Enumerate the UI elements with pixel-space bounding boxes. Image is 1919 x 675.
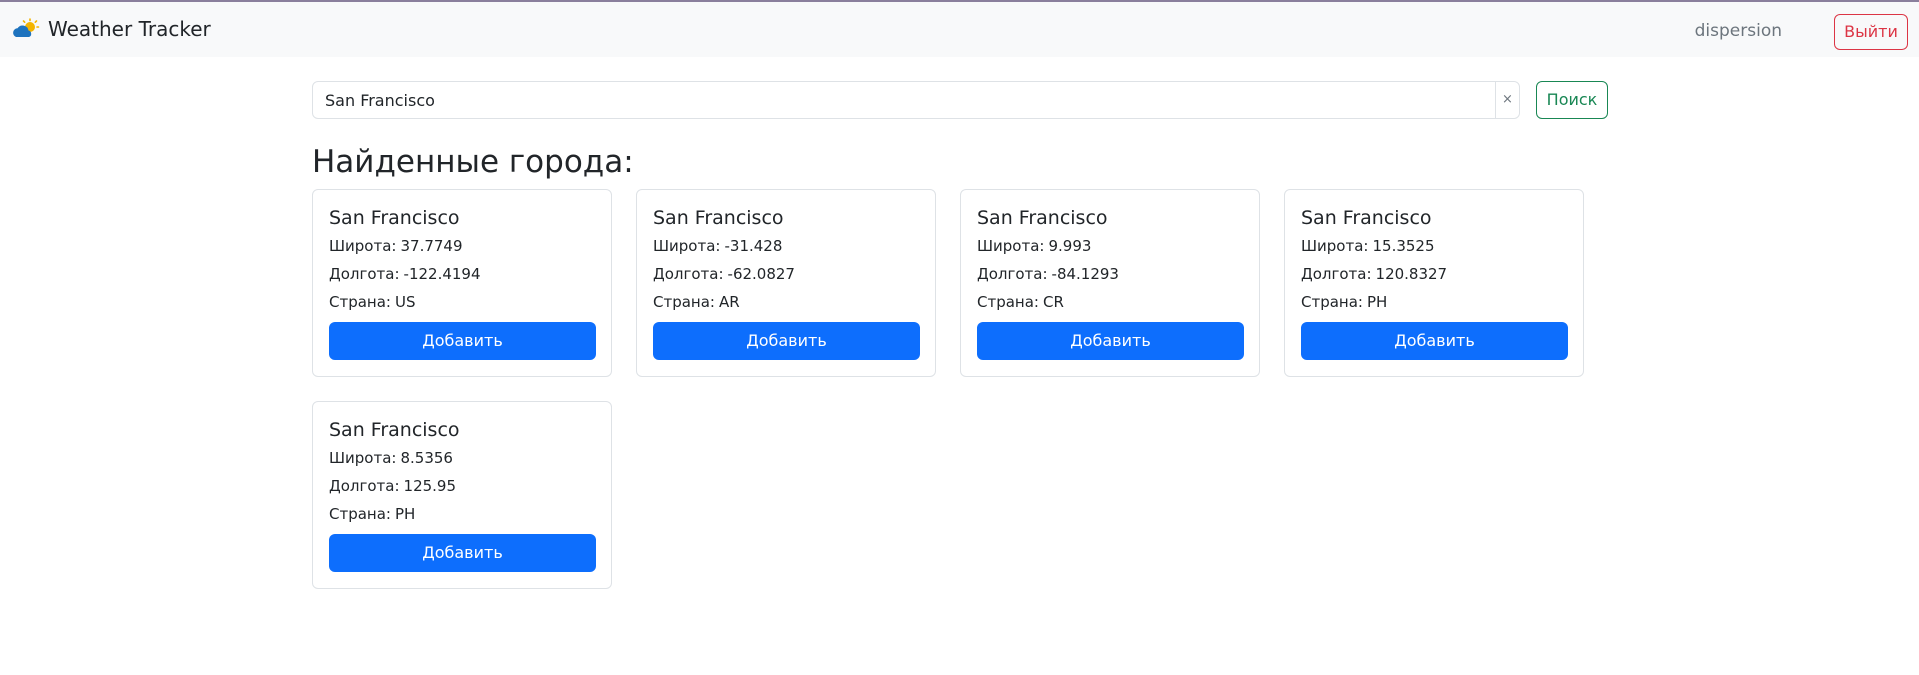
longitude-value: -122.4194 [403,265,481,283]
city-card: San Francisco Широта: 37.7749 Долгота: -12… [312,189,612,377]
country-label: Страна: [653,293,715,311]
latitude-line: Широта: -31.428 [653,236,919,256]
latitude-value: 9.993 [1048,237,1092,255]
longitude-line: Долгота: -62.0827 [653,264,919,284]
sun-behind-cloud-icon [13,18,40,37]
country-line: Страна: PH [329,504,595,524]
brand-title: Weather Tracker [48,17,211,41]
country-label: Страна: [329,293,391,311]
username-label: dispersion [1694,21,1782,41]
add-city-button[interactable]: Добавить [329,534,596,572]
add-city-button[interactable]: Добавить [329,322,596,360]
city-results: San Francisco Широта: 37.7749 Долгота: -12… [312,189,1612,589]
add-city-button[interactable]: Добавить [977,322,1244,360]
navbar: Weather Tracker dispersion Выйти [0,0,1919,57]
city-card: San Francisco Широта: 8.5356 Долгота: 125.… [312,401,612,589]
city-card: San Francisco Широта: -31.428 Долгота: -62… [636,189,936,377]
latitude-value: 8.5356 [400,449,453,467]
city-card: San Francisco Широта: 9.993 Долгота: -84.1… [960,189,1260,377]
country-value: AR [718,293,740,311]
brand-link[interactable]: Weather Tracker [12,16,211,42]
longitude-line: Долгота: -122.4194 [329,264,595,284]
search-field: × [312,81,1520,119]
latitude-line: Широта: 37.7749 [329,236,595,256]
latitude-line: Широта: 8.5356 [329,448,595,468]
country-line: Страна: PH [1301,292,1567,312]
city-name: San Francisco [329,207,460,229]
longitude-label: Долгота: [977,265,1048,283]
longitude-label: Долгота: [653,265,724,283]
longitude-value: -84.1293 [1051,265,1119,283]
city-card: San Francisco Широта: 15.3525 Долгота: 120… [1284,189,1584,377]
longitude-line: Долгота: -84.1293 [977,264,1243,284]
longitude-label: Долгота: [329,477,400,495]
longitude-line: Долгота: 120.8327 [1301,264,1567,284]
country-value: PH [1366,293,1388,311]
longitude-label: Долгота: [329,265,400,283]
longitude-value: -62.0827 [727,265,795,283]
country-label: Страна: [329,505,391,523]
city-name: San Francisco [1301,207,1432,229]
city-name: San Francisco [977,207,1108,229]
latitude-label: Широта: [329,449,397,467]
longitude-value: 125.95 [403,477,457,495]
page-title: Найденные города: [312,144,634,180]
latitude-label: Широта: [1301,237,1369,255]
longitude-line: Долгота: 125.95 [329,476,595,496]
latitude-value: 37.7749 [400,237,463,255]
latitude-line: Широта: 9.993 [977,236,1243,256]
latitude-label: Широта: [977,237,1045,255]
logout-button[interactable]: Выйти [1834,14,1908,50]
latitude-line: Широта: 15.3525 [1301,236,1567,256]
country-value: PH [394,505,416,523]
latitude-value: -31.428 [724,237,783,255]
search-button[interactable]: Поиск [1536,81,1608,119]
clear-search-button[interactable]: × [1495,82,1519,118]
country-label: Страна: [1301,293,1363,311]
add-city-button[interactable]: Добавить [653,322,920,360]
country-value: US [394,293,416,311]
longitude-label: Долгота: [1301,265,1372,283]
latitude-label: Широта: [653,237,721,255]
country-line: Страна: AR [653,292,919,312]
country-label: Страна: [977,293,1039,311]
city-name: San Francisco [653,207,784,229]
latitude-value: 15.3525 [1372,237,1435,255]
country-value: CR [1042,293,1064,311]
country-line: Страна: US [329,292,595,312]
search-input[interactable] [313,82,1495,118]
city-name: San Francisco [329,419,460,441]
add-city-button[interactable]: Добавить [1301,322,1568,360]
longitude-value: 120.8327 [1375,265,1448,283]
latitude-label: Широта: [329,237,397,255]
country-line: Страна: CR [977,292,1243,312]
